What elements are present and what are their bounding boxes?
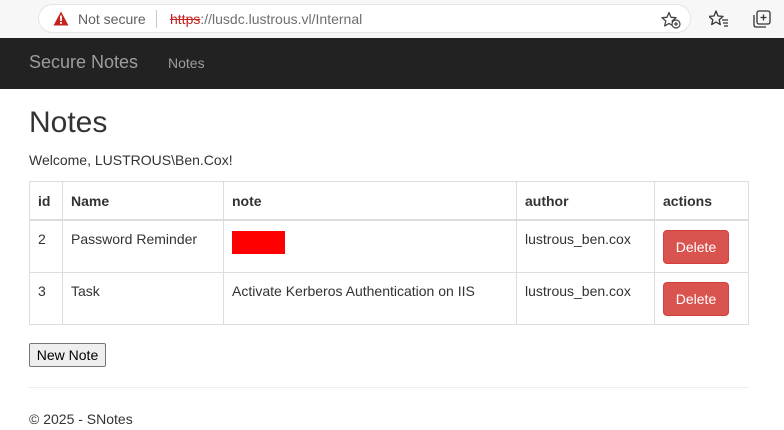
url-path: /Internal (311, 11, 363, 27)
url-text[interactable]: https://lusdc.lustrous.vl/Internal (170, 11, 362, 27)
table-header-row: id Name note author actions (29, 181, 749, 221)
cell-note: Activate Kerberos Authentication on IIS (223, 272, 517, 325)
column-header-author: author (516, 181, 655, 221)
url-scheme: https (170, 11, 201, 27)
welcome-message: Welcome, LUSTROUS\Ben.Cox! (29, 152, 233, 168)
column-header-actions: actions (654, 181, 749, 221)
cell-actions: Delete (654, 219, 749, 273)
column-header-note: note (223, 181, 517, 221)
redacted-note (232, 231, 285, 254)
table-row: 3 Task Activate Kerberos Authentication … (29, 272, 749, 325)
new-note-button[interactable]: New Note (29, 343, 106, 367)
security-status[interactable]: Not secure (78, 11, 146, 27)
collections-icon[interactable] (752, 9, 772, 29)
navbar-brand[interactable]: Secure Notes (29, 52, 138, 73)
table-row: 2 Password Reminder lustrous_ben.cox Del… (29, 219, 749, 273)
cell-note (223, 219, 517, 273)
cell-author: lustrous_ben.cox (516, 272, 655, 325)
url-host: ://lusdc.lustrous.vl (200, 11, 312, 27)
url-field[interactable]: Not secure https://lusdc.lustrous.vl/Int… (38, 4, 691, 33)
browser-address-bar: Not secure https://lusdc.lustrous.vl/Int… (0, 0, 784, 38)
cell-id: 2 (29, 219, 63, 273)
favorites-icon[interactable] (709, 9, 729, 29)
nav-link-notes[interactable]: Notes (168, 55, 205, 71)
page-title: Notes (29, 106, 108, 139)
url-separator (156, 10, 157, 28)
footer-copyright: © 2025 - SNotes (29, 411, 133, 427)
top-navbar: Secure Notes Notes (0, 38, 784, 89)
star-add-icon[interactable] (661, 11, 681, 29)
warning-triangle-icon[interactable] (53, 11, 69, 26)
cell-name: Password Reminder (62, 219, 224, 273)
cell-actions: Delete (654, 272, 749, 325)
notes-table: id Name note author actions 2 Password R… (29, 181, 749, 325)
delete-button[interactable]: Delete (663, 230, 729, 264)
delete-button[interactable]: Delete (663, 282, 729, 316)
cell-id: 3 (29, 272, 63, 325)
footer-divider (29, 387, 749, 388)
cell-name: Task (62, 272, 224, 325)
column-header-name: Name (62, 181, 224, 221)
column-header-id: id (29, 181, 63, 221)
cell-author: lustrous_ben.cox (516, 219, 655, 273)
